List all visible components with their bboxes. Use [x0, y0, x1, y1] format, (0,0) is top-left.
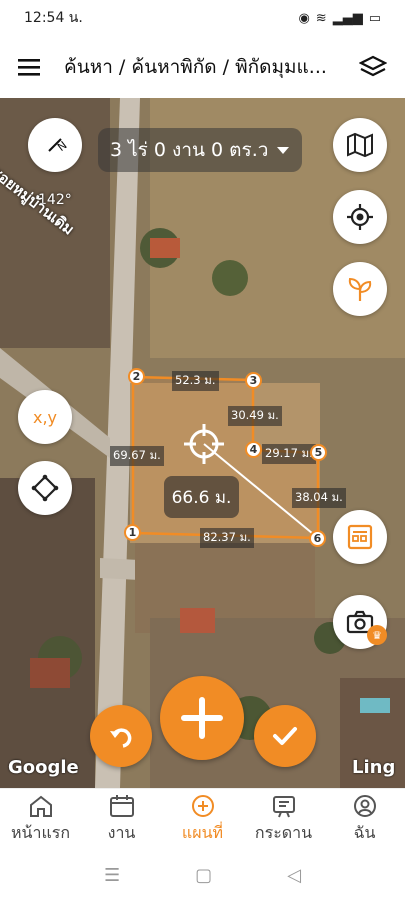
status-icons: ◉ ≋ ▂▄▆ ▭: [298, 11, 381, 26]
confirm-button[interactable]: [254, 705, 316, 767]
add-point-button[interactable]: [160, 676, 244, 760]
area-text: 3 ไร่ 0 งาน 0 ตร.ว: [110, 139, 269, 161]
sprout-icon: [348, 277, 372, 301]
document-icon: [347, 524, 373, 550]
my-location-button[interactable]: [333, 190, 387, 244]
calendar-icon: [109, 794, 134, 817]
segment-label-1-2: 69.67 ม.: [110, 446, 164, 466]
vertex-1[interactable]: 1: [124, 524, 141, 541]
app-header: ค้นหา / ค้นหาพิกัด / พิกัดมุมแ...: [0, 36, 405, 98]
segment-label-2-3: 52.3 ม.: [172, 371, 219, 391]
segment-label-3-4: 30.49 ม.: [228, 406, 282, 426]
caret-down-icon: [277, 147, 290, 154]
tab-map[interactable]: แผนที่: [162, 789, 243, 850]
bottom-tab-bar: หน้าแรก งาน แผนที่ กระดาน ฉัน: [0, 788, 405, 850]
map-icon: [347, 132, 373, 158]
wifi-icon: ≋: [315, 10, 327, 26]
system-nav-bar: ☰ ▢ ◁: [0, 850, 405, 900]
layers-icon[interactable]: [359, 55, 387, 79]
vertex-3[interactable]: 3: [245, 372, 262, 389]
tab-board[interactable]: กระดาน: [243, 789, 324, 850]
ling-attribution: Ling: [352, 757, 396, 778]
tab-home[interactable]: หน้าแรก: [0, 789, 81, 850]
center-crosshair-icon: [184, 424, 224, 464]
status-bar: 12:54 น. ◉ ≋ ▂▄▆ ▭: [0, 0, 405, 36]
segment-label-5-6: 38.04 ม.: [292, 488, 346, 508]
battery-icon: ▭: [368, 10, 381, 26]
vertex-4[interactable]: 4: [245, 441, 262, 458]
tab-jobs[interactable]: งาน: [81, 789, 162, 850]
location-icon: ◉: [298, 10, 310, 26]
crosshair-icon: [347, 204, 373, 230]
signal-icon: ▂▄▆: [332, 10, 363, 26]
undo-icon: [110, 728, 132, 748]
map-type-button[interactable]: [333, 118, 387, 172]
area-selector[interactable]: 3 ไร่ 0 งาน 0 ตร.ว: [98, 128, 303, 172]
tab-map-label: แผนที่: [181, 822, 224, 842]
vertex-6[interactable]: 6: [309, 530, 326, 547]
compass-button[interactable]: N: [28, 118, 82, 172]
tab-me[interactable]: ฉัน: [324, 789, 405, 850]
page-title: ค้นหา / ค้นหาพิกัด / พิกัดมุมแ...: [64, 56, 327, 78]
back-icon[interactable]: ◁: [287, 865, 301, 886]
board-icon: [272, 795, 295, 817]
tab-home-label: หน้าแรก: [10, 822, 71, 842]
menu-icon[interactable]: [18, 57, 42, 77]
xy-button[interactable]: x,y: [18, 390, 72, 444]
undo-button[interactable]: [90, 705, 152, 767]
diamond-icon: [31, 474, 59, 502]
report-button[interactable]: [333, 510, 387, 564]
distance-readout: 66.6 ม.: [164, 476, 239, 518]
user-icon: [353, 794, 376, 817]
segment-label-6-1: 82.37 ม.: [200, 528, 254, 548]
map-view[interactable]: 3 ไร่ 0 งาน 0 ตร.ว N 142° ซอยหมู่บ้านเดิ…: [0, 98, 405, 788]
compass-icon: N: [48, 138, 68, 153]
premium-crown-icon: ♛: [367, 625, 387, 645]
vertex-2[interactable]: 2: [128, 368, 145, 385]
status-time: 12:54 น.: [24, 10, 83, 26]
plant-button[interactable]: [333, 262, 387, 316]
plus-icon: [181, 697, 223, 739]
tab-board-label: กระดาน: [254, 822, 313, 842]
home-icon: [29, 795, 52, 817]
tab-me-label: ฉัน: [353, 822, 376, 842]
check-icon: [273, 727, 297, 745]
add-circle-icon: [191, 794, 214, 817]
vertex-5[interactable]: 5: [310, 444, 327, 461]
recents-icon[interactable]: ☰: [104, 865, 120, 886]
tab-jobs-label: งาน: [107, 822, 136, 842]
home-square-icon[interactable]: ▢: [195, 865, 212, 886]
segment-label-4-5: 29.17 ม.: [262, 444, 316, 464]
draw-shape-button[interactable]: [18, 461, 72, 515]
google-attribution: Google: [8, 757, 79, 778]
xy-label: x,y: [32, 407, 58, 427]
camera-button[interactable]: ♛: [333, 595, 387, 649]
